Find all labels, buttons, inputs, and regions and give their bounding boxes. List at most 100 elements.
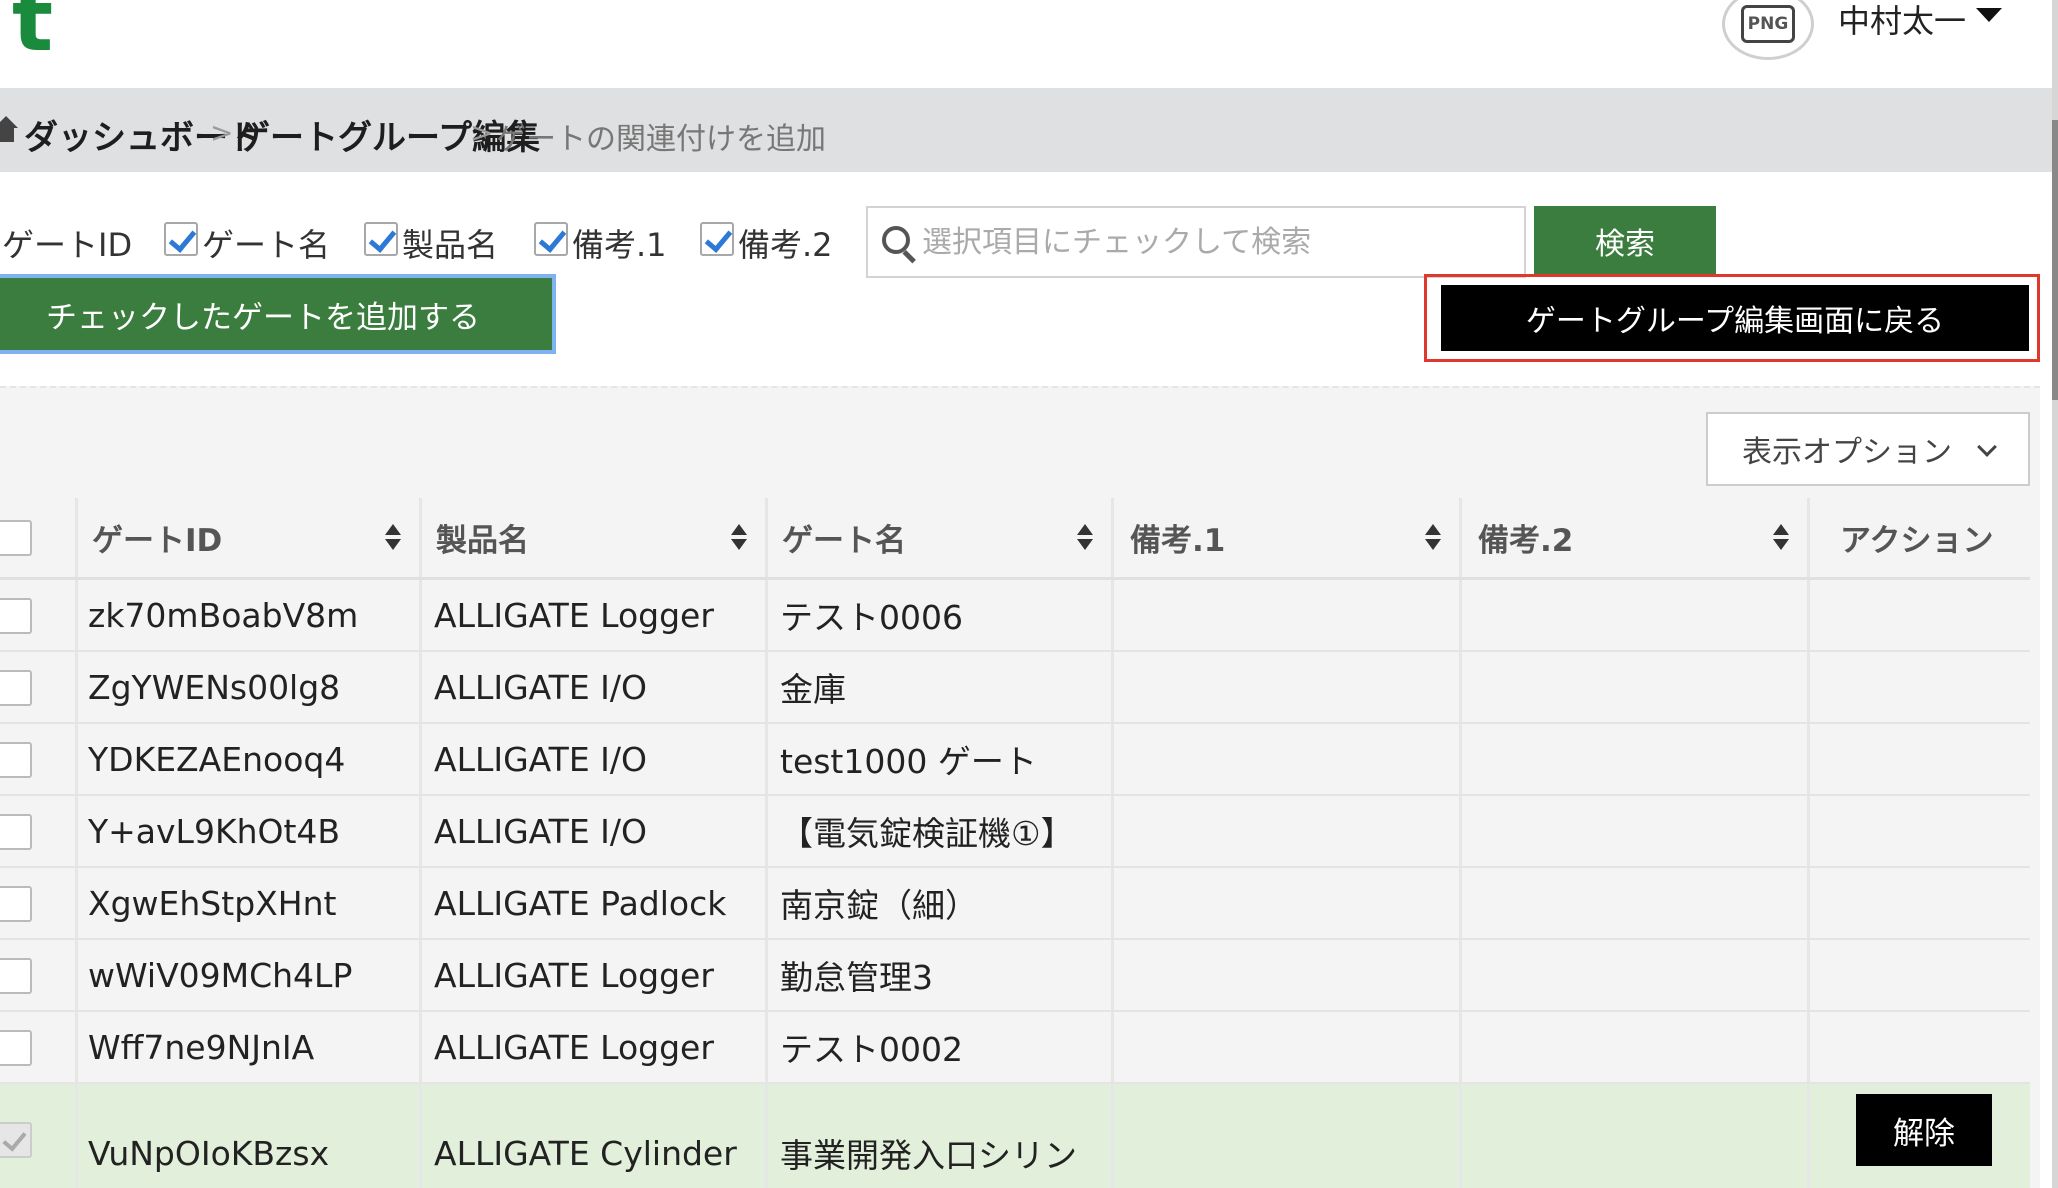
select-all-checkbox[interactable] [0, 520, 32, 556]
cell-note1 [1114, 724, 1462, 794]
cell-text: ALLIGATE Logger [434, 595, 714, 635]
release-button[interactable]: 解除 [1856, 1094, 1992, 1166]
breadcrumb-separator: > [470, 116, 494, 149]
column-header-gate-name[interactable]: ゲート名 [768, 498, 1114, 577]
cell-product: ALLIGATE Logger [422, 580, 768, 650]
column-header-note2[interactable]: 備考.2 [1462, 498, 1810, 577]
table-header-row: ゲートID 製品名 ゲート名 備考.1 備考.2 アクション [0, 498, 2030, 580]
row-select-cell [0, 868, 78, 938]
column-header-product[interactable]: 製品名 [422, 498, 768, 577]
cell-note2 [1462, 940, 1810, 1010]
cell-text: ZgYWENs00lg8 [88, 667, 341, 707]
breadcrumb-gate-group-edit[interactable]: ゲートグループ編集 [236, 110, 540, 159]
display-options-button[interactable]: 表示オプション [1706, 412, 2030, 486]
row-checkbox[interactable] [0, 886, 32, 922]
row-select-cell [0, 796, 78, 866]
cell-gate-id: XgwEhStpXHnt [78, 868, 422, 938]
cell-gate-name: 金庫 [768, 652, 1114, 722]
brand-logo[interactable]: t [12, 0, 53, 64]
row-select-cell [0, 724, 78, 794]
filter-gate-name-label[interactable]: ゲート名 [202, 220, 330, 266]
cell-gate-name: test1000 ゲート [768, 724, 1114, 794]
column-header-note1[interactable]: 備考.1 [1114, 498, 1462, 577]
row-checkbox[interactable] [0, 598, 32, 634]
row-checkbox[interactable] [0, 670, 32, 706]
row-action-cell [1810, 868, 2030, 938]
row-checkbox[interactable] [0, 1030, 32, 1066]
sort-icon[interactable] [1077, 524, 1093, 552]
table-row[interactable]: YDKEZAEnooq4 ALLIGATE I/O test1000 ゲート [0, 724, 2030, 796]
row-action-cell [1810, 580, 2030, 650]
filter-note1-label[interactable]: 備考.1 [572, 220, 667, 266]
breadcrumb-current: ゲートの関連付けを追加 [496, 122, 826, 157]
cell-product: ALLIGATE Cylinder [422, 1084, 768, 1188]
filter-gate-name-checkbox[interactable] [164, 222, 198, 256]
app-header: t PNG 中村太一 [0, 0, 2052, 88]
row-checkbox[interactable] [0, 1122, 32, 1158]
chevron-down-icon [1977, 437, 1997, 457]
cell-text: Wff7ne9NJnIA [88, 1027, 315, 1067]
sort-icon[interactable] [1773, 524, 1789, 552]
cell-product: ALLIGATE Padlock [422, 868, 768, 938]
filter-note2-label[interactable]: 備考.2 [738, 220, 833, 266]
filter-product-label[interactable]: 製品名 [402, 220, 498, 266]
filter-product-checkbox[interactable] [364, 222, 398, 256]
table-row[interactable]: zk70mBoabV8m ALLIGATE Logger テスト0006 [0, 580, 2030, 652]
cell-gate-name: テスト0006 [768, 580, 1114, 650]
cell-product: ALLIGATE I/O [422, 652, 768, 722]
breadcrumb: ダッシュボード > ゲートグループ編集 > ゲートの関連付けを追加 [0, 88, 2052, 172]
cell-text: ALLIGATE Logger [434, 955, 714, 995]
cell-gate-id: zk70mBoabV8m [78, 580, 422, 650]
row-select-cell [0, 652, 78, 722]
user-avatar[interactable]: PNG [1722, 0, 1814, 60]
table-row[interactable]: XgwEhStpXHnt ALLIGATE Padlock 南京錠（細） [0, 868, 2030, 940]
sort-icon[interactable] [1425, 524, 1441, 552]
row-action-cell [1810, 940, 2030, 1010]
filter-note2-checkbox[interactable] [700, 222, 734, 256]
cell-gate-id: wWiV09MCh4LP [78, 940, 422, 1010]
cell-note2 [1462, 1084, 1810, 1188]
table-row[interactable]: Y+avL9KhOt4B ALLIGATE I/O 【電気錠検証機①】 [0, 796, 2030, 868]
cell-gate-id: Y+avL9KhOt4B [78, 796, 422, 866]
cell-note2 [1462, 580, 1810, 650]
row-checkbox[interactable] [0, 814, 32, 850]
search-input[interactable] [922, 218, 1512, 266]
row-action-cell [1810, 796, 2030, 866]
cell-note2 [1462, 724, 1810, 794]
cell-gate-name: 事業開発入口シリン [768, 1084, 1114, 1188]
cell-product: ALLIGATE Logger [422, 1012, 768, 1082]
table-row[interactable]: VuNpOIoKBzsx ALLIGATE Cylinder 事業開発入口シリン 解除 [0, 1084, 2030, 1188]
sort-icon[interactable] [385, 524, 401, 552]
scrollbar-thumb[interactable] [2052, 120, 2058, 400]
cell-text: Y+avL9KhOt4B [88, 811, 341, 851]
table-row[interactable]: ZgYWENs00lg8 ALLIGATE I/O 金庫 [0, 652, 2030, 724]
row-checkbox[interactable] [0, 742, 32, 778]
row-action-cell [1810, 652, 2030, 722]
table-row[interactable]: Wff7ne9NJnIA ALLIGATE Logger テスト0002 [0, 1012, 2030, 1084]
cell-text: wWiV09MCh4LP [88, 955, 353, 995]
row-action-cell [1810, 724, 2030, 794]
search-button[interactable]: 検索 [1534, 206, 1716, 276]
cell-note1 [1114, 1012, 1462, 1082]
row-checkbox[interactable] [0, 958, 32, 994]
cell-note2 [1462, 796, 1810, 866]
cell-text: テスト0006 [780, 598, 963, 637]
table-row[interactable]: wWiV09MCh4LP ALLIGATE Logger 勤怠管理3 [0, 940, 2030, 1012]
column-header-gate-id[interactable]: ゲートID [78, 498, 422, 577]
caret-down-icon[interactable] [1976, 8, 2002, 22]
cell-text: 南京錠（細） [780, 886, 978, 925]
home-icon[interactable] [0, 112, 18, 146]
cell-product: ALLIGATE I/O [422, 796, 768, 866]
cell-note1 [1114, 580, 1462, 650]
sort-icon[interactable] [731, 524, 747, 552]
search-box [866, 206, 1526, 278]
user-name[interactable]: 中村太一 [1838, 0, 1966, 42]
cell-text: ALLIGATE I/O [434, 811, 647, 851]
cell-note1 [1114, 940, 1462, 1010]
cell-text: テスト0002 [780, 1030, 963, 1069]
cell-text: 事業開発入口シリン [780, 1136, 1077, 1175]
row-select-cell [0, 940, 78, 1010]
add-checked-gates-button[interactable]: チェックしたゲートを追加する [0, 274, 556, 354]
filter-note1-checkbox[interactable] [534, 222, 568, 256]
back-to-gate-group-edit-button[interactable]: ゲートグループ編集画面に戻る [1441, 285, 2029, 351]
